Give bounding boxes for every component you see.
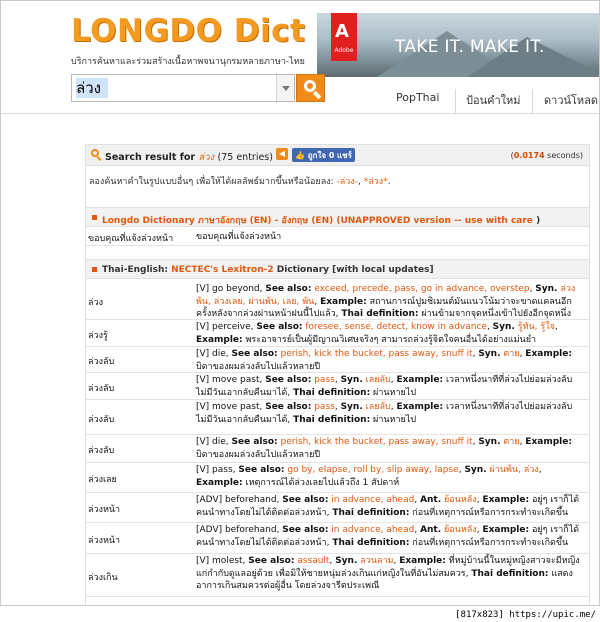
speaker-icon[interactable]: ◀ — [276, 148, 288, 160]
headword[interactable]: ล่วงเกิน — [88, 570, 118, 584]
search-input[interactable] — [76, 78, 108, 98]
headword[interactable]: ล่วงลับ — [88, 381, 114, 395]
headword[interactable]: ล่วงลับ — [88, 443, 114, 457]
search-history-dropdown[interactable] — [276, 75, 294, 101]
table-row: ล่วง [V] go beyond, See also: exceed, pre… — [86, 282, 589, 320]
table-row: ล่วงลับ [V] die, See also: perish, kick t… — [86, 347, 589, 373]
table-row: ล่วงลับ [V] die, See also: perish, kick t… — [86, 435, 589, 463]
headword[interactable]: ล่วงหน้า — [88, 502, 120, 516]
definition: [V] pass, See also: go by, elapse, roll … — [196, 465, 542, 488]
table-row: ล่วงหน้า [ADV] beforehand, See also: in a… — [86, 493, 589, 523]
longdo-dict-logo[interactable]: LONGDO Dict — [71, 13, 305, 49]
table-row: ล่วงลับ [V] move past, See also: pass, Sy… — [86, 373, 589, 400]
search-button[interactable] — [296, 74, 325, 102]
definition: [V] die, See also: perish, kick the buck… — [196, 437, 572, 460]
suggest-link-wildcard-dash[interactable]: -ล่วง- — [337, 177, 358, 187]
definition: ขอบคุณที่แจ้งล่วงหน้า — [196, 232, 282, 242]
nav-link-new-word[interactable]: ป้อนคำใหม่ — [466, 91, 521, 109]
table-row: ล่วงหน้า [ADV] beforehand, See also: in a… — [86, 523, 589, 554]
nav-divider — [532, 89, 533, 113]
nav-link-download[interactable]: ดาวน์โหลด — [544, 91, 598, 109]
search-icon-handle — [96, 156, 102, 161]
definition: [V] molest, See also: assault, Syn. ลวนล… — [196, 556, 580, 591]
headword[interactable]: ล่วงลับ — [88, 354, 114, 368]
headword[interactable]: ล่วงเลย — [88, 472, 117, 486]
nav-divider — [455, 89, 456, 113]
suggest-link-wildcard-star[interactable]: *ล่วง* — [364, 177, 388, 187]
table-row: ล่วงรู้ [V] perceive, See also: foresee, … — [86, 320, 589, 347]
headword[interactable]: ล่วงรู้ — [88, 328, 108, 342]
definition: [V] go beyond, See also: exceed, precede… — [196, 284, 576, 319]
definition: [V] perceive, See also: foresee, sense, … — [196, 322, 558, 345]
table-row: ล่วงเกิน [V] molest, See also: assault, S… — [86, 554, 589, 597]
warning-link[interactable]: use with care — [465, 216, 533, 226]
search-timing: (0.0174 seconds) — [510, 151, 583, 160]
result-summary-bar: Search result for ล่วง (75 entries) ◀ 👍 … — [86, 145, 589, 166]
nav-link-popthai[interactable]: PopThai — [396, 91, 439, 104]
section-header-lexitron: Thai-English: NECTEC's Lexitron-2 Dictio… — [86, 259, 589, 279]
section-header-longdo: Longdo Dictionary ภาษาอังกฤษ (EN) - อังก… — [86, 207, 589, 227]
section-bullet-icon — [92, 267, 97, 272]
facebook-share-button[interactable]: แชร์ — [334, 148, 355, 162]
table-row: ขอบคุณที่แจ้งล่วงหน้า ขอบคุณที่แจ้งล่วงห… — [86, 228, 589, 246]
headword[interactable]: ขอบคุณที่แจ้งล่วงหน้า — [88, 231, 173, 245]
headword[interactable]: ล่วงลับ — [88, 412, 114, 426]
ad-slogan: TAKE IT. MAKE IT. — [395, 37, 545, 57]
result-title: Search result for ล่วง (75 entries) — [105, 152, 273, 163]
results-panel: Search result for ล่วง (75 entries) ◀ 👍 … — [85, 144, 590, 605]
definition: [V] move past, See also: pass, Syn. เลยล… — [196, 375, 573, 398]
header-divider — [1, 113, 599, 114]
chevron-down-icon — [282, 86, 290, 91]
result-query: ล่วง — [198, 152, 215, 163]
section-bullet-icon — [92, 215, 97, 220]
adobe-banner-ad[interactable]: Adobe A TAKE IT. MAKE IT. — [317, 13, 599, 77]
adobe-a-icon: A — [335, 21, 349, 42]
definition: [V] die, See also: perish, kick the buck… — [196, 349, 572, 372]
headword[interactable]: ล่วงหน้า — [88, 533, 120, 547]
table-row: ล่วงเลย [V] pass, See also: go by, elapse… — [86, 463, 589, 493]
site-tagline: บริการค้นหาและร่วมสร้างเนื้อหาพจนานุกรมห… — [71, 57, 305, 67]
page-frame: LONGDO Dict บริการค้นหาและร่วมสร้างเนื้อ… — [0, 0, 600, 606]
definition: [ADV] beforehand, See also: in advance, … — [196, 495, 580, 518]
table-row: ล่วงลับ [V] move past, See also: pass, Sy… — [86, 400, 589, 435]
search-icon-handle — [312, 90, 322, 100]
headword[interactable]: ล่วง — [88, 295, 103, 309]
definition: [V] move past, See also: pass, Syn. เลยล… — [196, 402, 573, 425]
result-count: (75 entries) — [217, 152, 273, 163]
definition: [ADV] beforehand, See also: in advance, … — [196, 525, 580, 548]
image-caption: [817x823] https://upic.me/ — [455, 610, 596, 620]
section-title: Longdo Dictionary ภาษาอังกฤษ (EN) - อังก… — [102, 216, 462, 226]
search-box — [71, 74, 295, 102]
search-suggestion: ลองค้นหาคำในรูปแบบอื่นๆ เพื่อให้ได้ผลลัพ… — [89, 177, 391, 187]
facebook-like-button[interactable]: 👍 ถูกใจ 0 — [292, 148, 338, 162]
lexitron-link[interactable]: NECTEC's Lexitron-2 — [171, 265, 273, 275]
